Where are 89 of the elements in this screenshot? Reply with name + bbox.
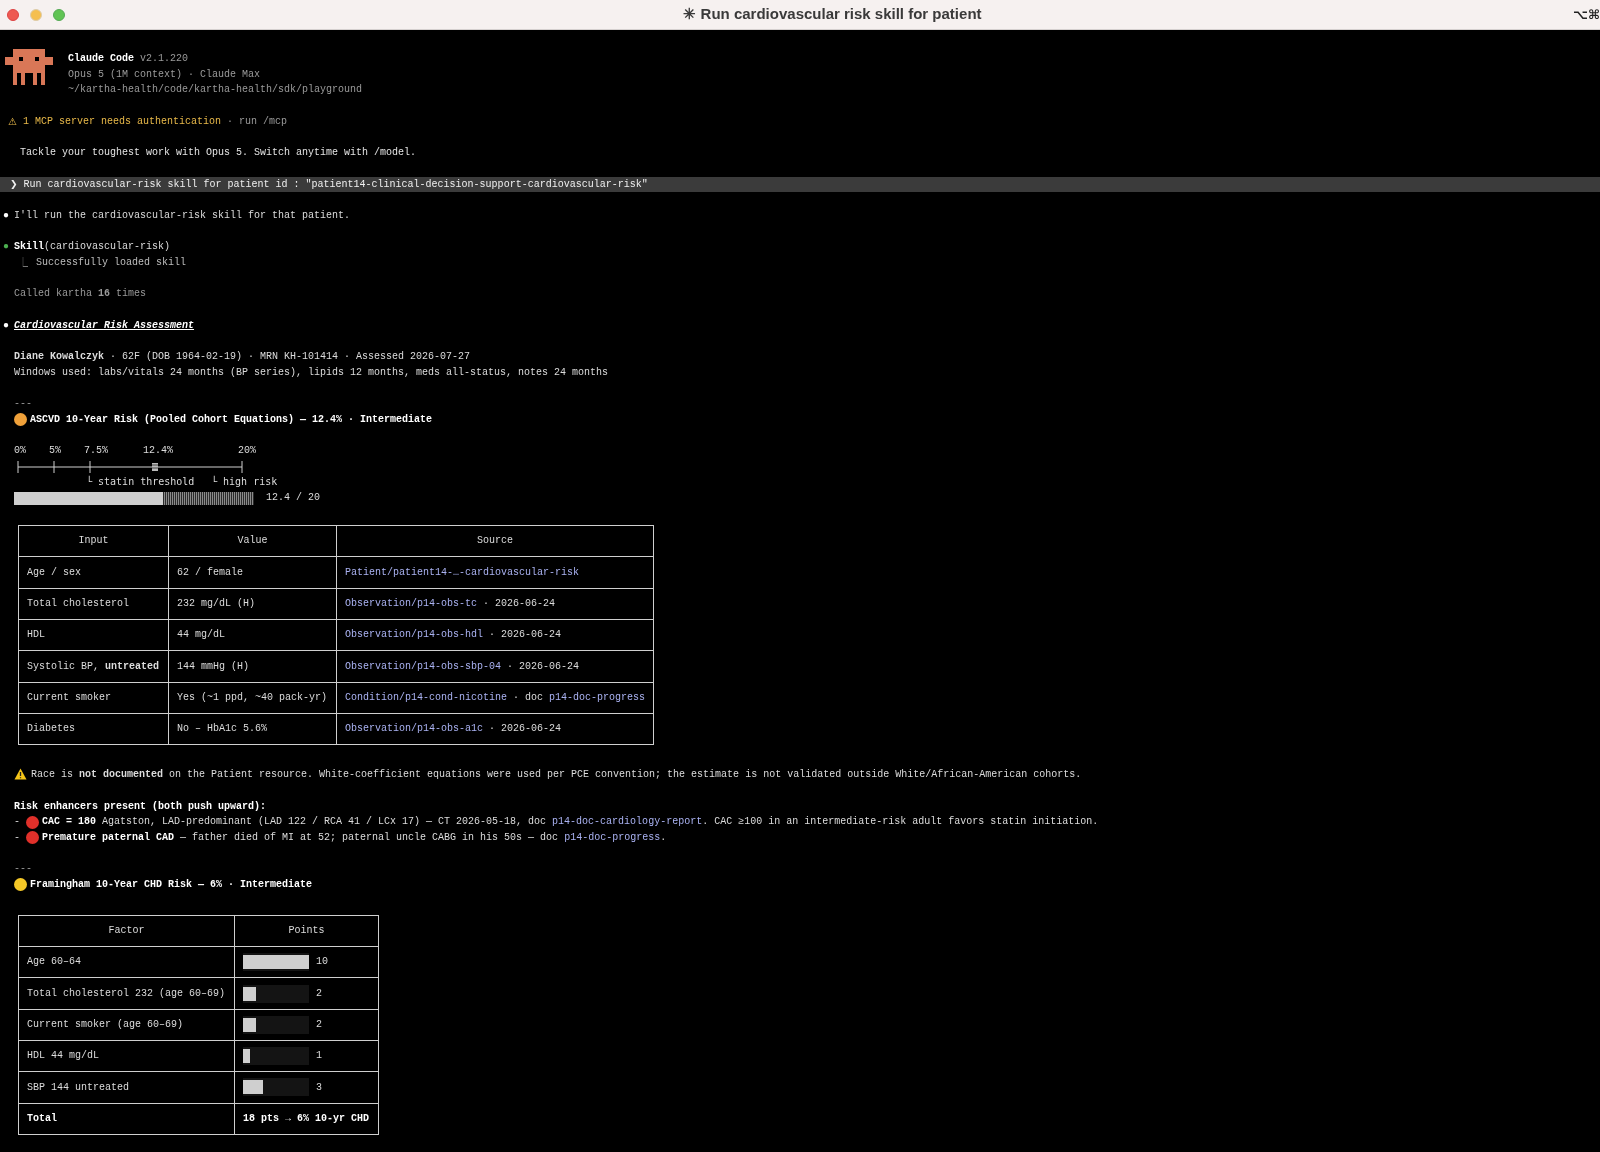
table-cell: Observation/p14-obs-a1c · 2026-06-24 (336, 713, 654, 745)
scale-label: 20% (238, 444, 256, 459)
table-cell: No – HbA1c 5.6% (168, 713, 337, 745)
tool-result: Successfully loaded skill (36, 256, 187, 271)
connector-icon: ⎿ (18, 255, 28, 271)
column-header: Source (336, 525, 654, 557)
window-title: ✳ Run cardiovascular risk skill for patient (683, 4, 982, 25)
assistant-message: I'll run the cardiovascular-risk skill for that patient. (14, 208, 351, 223)
link[interactable]: p14-doc-cardiology-report (552, 816, 703, 828)
prompt-text: Run cardiovascular-risk skill for patient id : "patient14-clinical-decision-support-cardiovascular-risk" (23, 177, 648, 192)
enhancer-text: Premature paternal CAD — father died of MI at 52; paternal uncle CABG in his 50s — doc p14-doc-progress. (42, 831, 667, 845)
risk-heading: ASCVD 10-Year Risk (Pooled Cohort Equations) — 12.4% · Intermediate (30, 413, 433, 428)
data-windows-text: Windows used: labs/vitals 24 months (BP series), lipids 12 months, meds all-status, notes 24 months (14, 365, 610, 380)
tool-arguments: (cardiovascular-risk) (44, 240, 171, 255)
points-value: 3 (316, 1080, 322, 1095)
table-cell: Condition/p14-cond-nicotine · doc p14-doc-progress (336, 682, 654, 714)
enhancers-heading: Risk enhancers present (both push upward): (14, 799, 268, 814)
bullet-icon: ● (0, 317, 14, 334)
divider-text: --- (14, 862, 33, 877)
table-cell: Current smoker (age 60–69) (18, 1009, 235, 1041)
column-header: Input (18, 525, 169, 557)
list-dash: - (14, 815, 20, 830)
table-cell: 144 mmHg (H) (168, 650, 337, 683)
scale-annotation: └ high risk (211, 474, 278, 490)
table-cell: Diabetes (18, 713, 169, 745)
enhancer-text: CAC = 180 Agatston, LAD-predominant (LAD 122 / RCA 41 / LCx 17) — CT 2026-05-18, doc p14-doc-cardiology-report. CAC ≥100 in an intermediate-risk adult favors statin initiation. (42, 815, 1099, 830)
version-label: v2.1.220 (140, 52, 189, 66)
scale-label: 5% (49, 444, 61, 459)
table-cell: Age / sex (18, 556, 169, 589)
risk-heading: Framingham 10-Year CHD Risk — 6% · Intermediate (30, 878, 313, 893)
warning-note: Race is not documented on the Patient resource. White-coefficient equations were used per PCE convention; the estimate is not validated outside White/African-American cohorts. (31, 768, 1082, 783)
notice-hint: · run /mcp (227, 114, 288, 129)
table-cell: HDL 44 mg/dL (18, 1040, 235, 1072)
minimize-button[interactable] (30, 8, 42, 21)
link[interactable]: Observation/p14-obs-hdl (345, 629, 484, 641)
link[interactable]: Condition/p14-cond-nicotine (345, 691, 508, 703)
column-header: Factor (18, 915, 235, 947)
list-dash: - (14, 831, 20, 845)
warning-icon: ⚠ (8, 113, 17, 130)
model-info: Opus 5 (1M context) · Claude Max (68, 67, 262, 82)
table-cell: 62 / female (168, 556, 337, 589)
patient-summary: Diane Kowalczyk · 62F (DOB 1964-02-19) · MRN KH-101414 · Assessed 2026-07-27 (14, 350, 472, 365)
points-value: 1 (316, 1049, 322, 1064)
tip-text: Tackle your toughest work with Opus 5. Switch anytime with /model. (19, 146, 418, 161)
divider-text: --- (14, 397, 33, 412)
table-cell: Total cholesterol (18, 588, 169, 620)
link[interactable]: Patient/patient14-…-cardiovascular-risk (345, 566, 580, 578)
section-heading: Cardiovascular Risk Assessment (14, 318, 195, 333)
column-header: Points (234, 915, 379, 947)
table-cell: HDL (18, 619, 169, 651)
table-cell: Age 60–64 (18, 946, 235, 978)
table-cell: Observation/p14-obs-sbp-04 · 2026-06-24 (336, 650, 654, 683)
bullet-icon: ● (0, 207, 14, 224)
link[interactable]: p14-doc-progress (549, 691, 646, 703)
table-cell: 232 mg/dL (H) (168, 588, 337, 620)
table-cell: 18 pts → 6% 10-yr CHD (234, 1103, 379, 1135)
risk-reading: 12.4 / 20 (266, 491, 320, 506)
table-cell: Observation/p14-obs-tc · 2026-06-24 (336, 588, 654, 620)
status-text: Called kartha 16 times (13, 287, 148, 302)
close-button[interactable] (7, 8, 19, 21)
scale-label: 12.4% (143, 444, 173, 459)
zoom-button[interactable] (53, 8, 65, 21)
table-cell: Total (18, 1103, 235, 1135)
scale-label: 0% (14, 444, 26, 459)
points-value: 10 (316, 955, 328, 970)
success-bullet-icon: ● (0, 239, 14, 256)
link[interactable]: Observation/p14-obs-sbp-04 (345, 660, 502, 672)
link[interactable]: Observation/p14-obs-a1c (345, 723, 484, 735)
prompt-caret: ❯ (10, 177, 18, 191)
warning-icon (14, 768, 27, 781)
column-header: Value (168, 525, 337, 557)
scale-annotation: └ statin threshold (86, 474, 195, 490)
points-value: 2 (316, 1017, 322, 1032)
table-cell: Current smoker (18, 682, 169, 714)
working-directory: ~/kartha-health/code/kartha-health/sdk/playground (68, 83, 363, 98)
table-cell: Yes (~1 ppd, ~40 pack-yr) (168, 682, 337, 714)
table-cell: 44 mg/dL (168, 619, 337, 651)
scale-label: 7.5% (84, 444, 108, 459)
app-name: Claude Code (68, 52, 134, 66)
table-cell: SBP 144 untreated (18, 1071, 235, 1104)
table-cell: Observation/p14-obs-hdl · 2026-06-24 (336, 619, 654, 651)
shortcut-label: ⌥⌘ (1572, 5, 1600, 24)
tool-name: Skill (14, 240, 44, 255)
table-cell: Total cholesterol 232 (age 60–69) (18, 977, 235, 1010)
points-value: 2 (316, 986, 322, 1001)
notice-text: 1 MCP server needs authentication (22, 114, 221, 129)
link[interactable]: p14-doc-progress (564, 832, 661, 843)
table-cell: Systolic BP, untreated (18, 650, 169, 683)
link[interactable]: Observation/p14-obs-tc (345, 598, 478, 609)
